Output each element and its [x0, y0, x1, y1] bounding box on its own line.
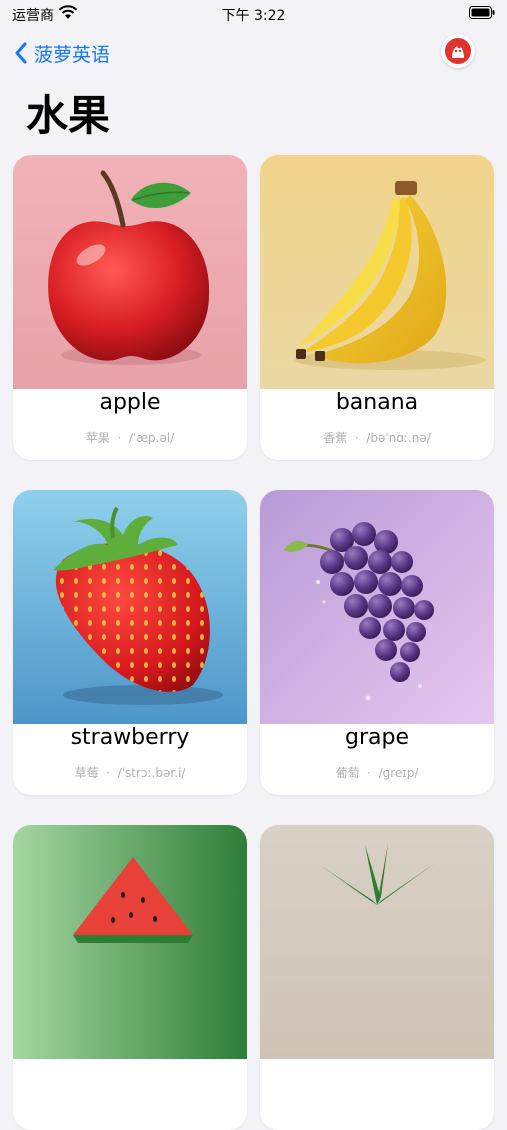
chevron-left-icon: [15, 42, 27, 64]
status-time: 下午 3:22: [221, 8, 286, 24]
apple-image: [13, 155, 247, 389]
card-phonetic: ɡreɪp: [382, 766, 415, 780]
grape-image: [260, 490, 494, 724]
card-meta: 草莓 · /ˈstrɔː.bər.i/: [74, 766, 186, 780]
card-word: grape: [345, 725, 409, 750]
card-word: banana: [335, 390, 419, 415]
fruit-card-watermelon[interactable]: [13, 825, 247, 1130]
card-meta: 葡萄 · /ɡreɪp/: [335, 766, 419, 780]
fruit-card-pineapple[interactable]: [260, 825, 494, 1130]
watermelon-image: [13, 825, 247, 1059]
fruit-card-apple[interactable]: apple 苹果 · /ˈæp.əl/: [13, 155, 247, 460]
card-meaning: 葡萄: [335, 766, 360, 780]
page-title: 水果: [26, 91, 111, 140]
fruit-card-strawberry[interactable]: strawberry 草莓 · /ˈstrɔː.bər.i/: [13, 490, 247, 795]
back-button[interactable]: 菠萝英语: [14, 38, 110, 68]
card-meta: 香蕉 · /bəˈnɑː.nə/: [323, 431, 431, 445]
avatar-icon: [445, 38, 471, 64]
card-word: apple: [99, 390, 161, 415]
card-phonetic: ˈæp.əl: [132, 431, 171, 445]
avatar[interactable]: [441, 34, 475, 68]
banana-image: [260, 155, 494, 389]
fruit-card-grape[interactable]: grape 葡萄 · /ɡreɪp/: [260, 490, 494, 795]
card-phonetic: ˈstrɔː.bər.i: [121, 766, 182, 780]
card-phonetic: bəˈnɑː.nə: [370, 431, 427, 445]
card-meaning: 香蕉: [323, 431, 348, 445]
card-meaning: 草莓: [74, 766, 99, 780]
status-bar: 运营商 下午 3:22: [0, 0, 507, 28]
battery-icon: [469, 6, 495, 19]
card-meta: 苹果 · /ˈæp.əl/: [85, 431, 175, 445]
fruit-card-banana[interactable]: banana 香蕉 · /bəˈnɑː.nə/: [260, 155, 494, 460]
card-word: strawberry: [70, 725, 190, 750]
pineapple-image: [260, 825, 494, 1059]
back-label: 菠萝英语: [34, 43, 111, 66]
strawberry-image: [13, 490, 247, 724]
card-meaning: 苹果: [85, 431, 110, 445]
